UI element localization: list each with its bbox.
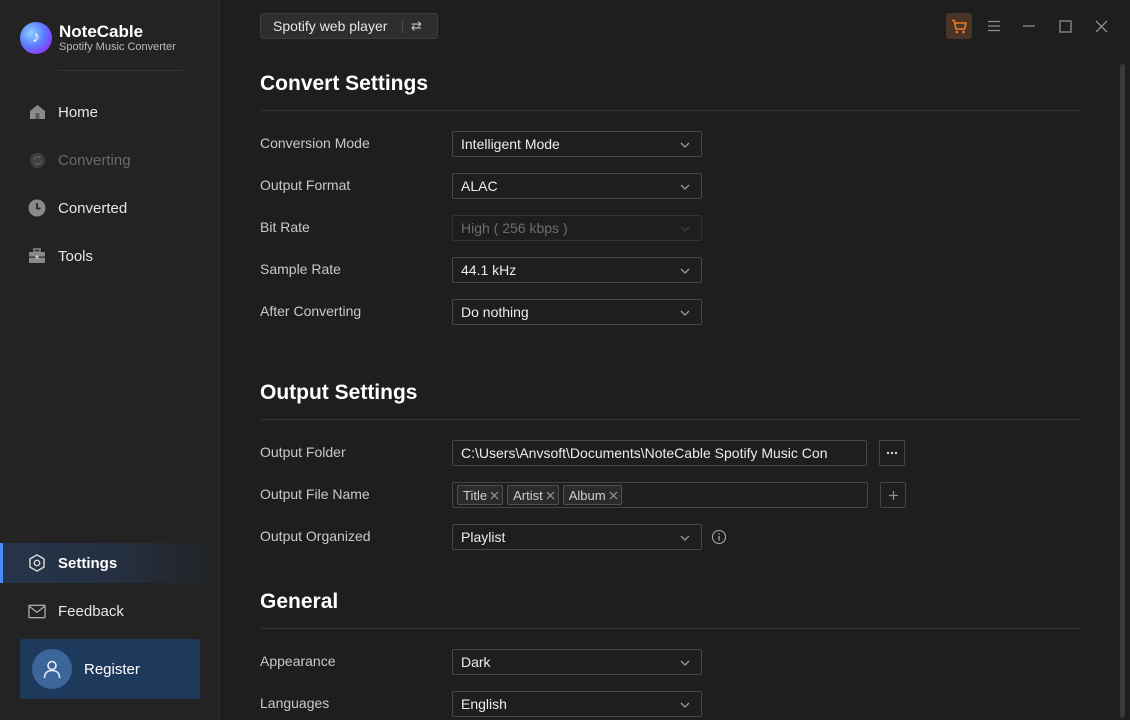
more-dots-icon <box>886 451 898 455</box>
sidebar-item-home[interactable]: Home <box>0 92 219 132</box>
output-format-label: Output Format <box>260 177 351 193</box>
file-name-tag-title: Title <box>457 485 504 505</box>
output-folder-label: Output Folder <box>260 444 346 460</box>
brand: ♪ NoteCable Spotify Music Converter <box>20 22 176 54</box>
appearance-select[interactable]: Dark <box>452 649 702 675</box>
scrollbar-thumb[interactable] <box>1120 64 1125 718</box>
remove-tag-icon[interactable] <box>609 491 618 500</box>
output-folder-value: C:\Users\Anvsoft\Documents\NoteCable Spo… <box>461 445 828 461</box>
sidebar-item-feedback[interactable]: Feedback <box>0 591 219 631</box>
converting-icon <box>28 151 46 169</box>
bit-rate-select: High ( 256 kbps ) <box>452 215 702 241</box>
register-button[interactable]: Register <box>20 639 200 699</box>
section-title-general: General <box>260 590 339 613</box>
appearance-label: Appearance <box>260 653 336 669</box>
brand-divider <box>58 70 183 71</box>
bit-rate-value: High ( 256 kbps ) <box>461 220 568 236</box>
menu-icon <box>988 20 1000 32</box>
output-folder-field[interactable]: C:\Users\Anvsoft\Documents\NoteCable Spo… <box>452 440 867 466</box>
after-converting-label: After Converting <box>260 303 362 319</box>
languages-label: Languages <box>260 695 330 711</box>
sidebar: ♪ NoteCable Spotify Music Converter Home… <box>0 0 220 720</box>
mail-icon <box>28 602 46 620</box>
sample-rate-label: Sample Rate <box>260 261 341 277</box>
source-switch-button[interactable]: Spotify web player ⇄ <box>260 13 438 39</box>
info-icon[interactable] <box>711 529 727 545</box>
section-divider <box>260 628 1080 629</box>
file-name-tag-album: Album <box>562 485 622 505</box>
brand-subtitle: Spotify Music Converter <box>59 40 176 53</box>
after-converting-value: Do nothing <box>461 304 529 320</box>
avatar <box>32 649 72 689</box>
sample-rate-select[interactable]: 44.1 kHz <box>452 257 702 283</box>
output-file-name-label: Output File Name <box>260 486 370 502</box>
chevron-down-icon <box>680 535 690 541</box>
sidebar-item-label: Home <box>58 103 99 121</box>
chevron-down-icon <box>680 310 690 316</box>
file-name-tag-artist: Artist <box>507 485 559 505</box>
brand-name: NoteCable <box>59 21 144 41</box>
notecable-logo-icon: ♪ <box>20 22 52 54</box>
remove-tag-icon[interactable] <box>490 491 499 500</box>
sidebar-item-converting: Converting <box>0 140 219 180</box>
chevron-down-icon <box>680 142 690 148</box>
after-converting-select[interactable]: Do nothing <box>452 299 702 325</box>
bit-rate-label: Bit Rate <box>260 219 310 235</box>
chevron-down-icon <box>680 702 690 708</box>
sample-rate-value: 44.1 kHz <box>461 262 517 278</box>
clock-icon <box>28 199 46 217</box>
close-icon <box>1095 20 1107 32</box>
sidebar-item-label: Converting <box>58 151 131 169</box>
user-icon <box>43 660 61 679</box>
output-format-value: ALAC <box>461 178 498 194</box>
home-icon <box>28 103 46 121</box>
source-label: Spotify web player <box>273 18 388 34</box>
output-organized-value: Playlist <box>461 529 506 545</box>
maximize-icon <box>1058 19 1072 33</box>
sidebar-item-settings[interactable]: Settings <box>0 543 219 583</box>
conversion-mode-value: Intelligent Mode <box>461 136 560 152</box>
output-format-select[interactable]: ALAC <box>452 173 702 199</box>
chevron-down-icon <box>680 660 690 666</box>
toolbox-icon <box>28 247 46 265</box>
sidebar-item-label: Converted <box>58 199 128 217</box>
output-file-name-field[interactable]: Title Artist Album <box>452 482 868 508</box>
remove-tag-icon[interactable] <box>546 491 555 500</box>
section-divider <box>260 419 1080 420</box>
output-organized-select[interactable]: Playlist <box>452 524 702 550</box>
section-divider <box>260 110 1080 111</box>
conversion-mode-label: Conversion Mode <box>260 135 370 151</box>
register-label: Register <box>84 660 140 678</box>
minimize-icon <box>1023 25 1035 27</box>
sidebar-item-label: Feedback <box>58 602 124 620</box>
cart-button[interactable] <box>946 13 972 39</box>
sidebar-item-converted[interactable]: Converted <box>0 188 219 228</box>
section-title-convert-settings: Convert Settings <box>260 72 429 95</box>
maximize-button[interactable] <box>1052 13 1078 39</box>
menu-button[interactable] <box>981 13 1007 39</box>
close-button[interactable] <box>1088 13 1114 39</box>
sidebar-item-tools[interactable]: Tools <box>0 236 219 276</box>
gear-icon <box>28 554 46 572</box>
chevron-down-icon <box>680 184 690 190</box>
cart-icon <box>952 19 967 33</box>
sidebar-item-label: Settings <box>58 554 118 572</box>
output-organized-label: Output Organized <box>260 528 371 544</box>
browse-folder-button[interactable] <box>879 440 905 466</box>
add-tag-button[interactable] <box>880 482 906 508</box>
conversion-mode-select[interactable]: Intelligent Mode <box>452 131 702 157</box>
chevron-down-icon <box>680 226 690 232</box>
languages-select[interactable]: English <box>452 691 702 717</box>
languages-value: English <box>461 696 507 712</box>
minimize-button[interactable] <box>1016 13 1042 39</box>
app-window: ♪ NoteCable Spotify Music Converter Home… <box>0 0 1130 720</box>
plus-icon <box>888 490 898 500</box>
appearance-value: Dark <box>461 654 491 670</box>
sidebar-item-label: Tools <box>58 247 94 265</box>
section-title-output-settings: Output Settings <box>260 381 418 404</box>
chevron-down-icon <box>680 268 690 274</box>
swap-icon: ⇄ <box>411 18 422 33</box>
